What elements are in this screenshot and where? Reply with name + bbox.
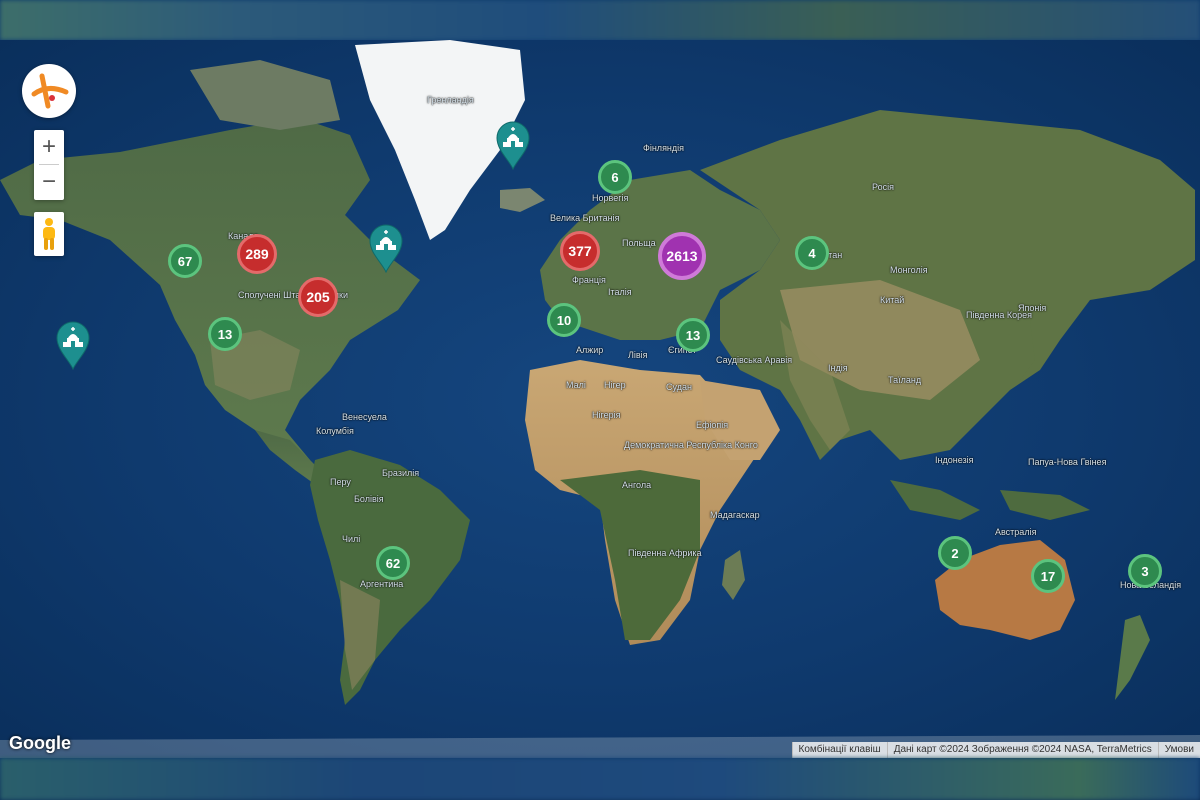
country-label: Китай [880, 295, 905, 305]
map-data-attribution: Дані карт ©2024 Зображення ©2024 NASA, T… [886, 742, 1158, 758]
pin-newfoundland[interactable] [368, 223, 404, 274]
zoom-in-button[interactable]: + [34, 130, 64, 164]
country-label: Фінляндія [643, 143, 685, 153]
country-label: Індія [828, 363, 848, 373]
google-logo: Google [9, 733, 71, 753]
country-label: Ангола [622, 480, 652, 490]
cluster-4[interactable]: 4 [795, 236, 829, 270]
country-label: Чилі [342, 534, 361, 544]
street-view-pegman-button[interactable] [34, 212, 64, 256]
cluster-10[interactable]: 10 [547, 303, 581, 337]
cluster-377[interactable]: 377 [560, 231, 600, 271]
cluster-205[interactable]: 205 [298, 277, 338, 317]
country-label: Таїланд [888, 375, 922, 385]
country-label: Австралія [995, 527, 1037, 537]
country-label: Італія [608, 287, 632, 297]
country-label: Бразилія [382, 468, 420, 478]
land-masses [0, 40, 1200, 758]
country-label: Саудівська Аравія [716, 355, 793, 365]
cluster-62[interactable]: 62 [376, 546, 410, 580]
country-label: Монголія [890, 265, 928, 275]
cluster-6[interactable]: 6 [598, 160, 632, 194]
country-label: Франція [572, 275, 606, 285]
pin-iceland[interactable] [495, 120, 531, 171]
country-label: Норвегія [592, 193, 629, 203]
church-icon [56, 321, 90, 371]
terms-link[interactable]: Умови [1157, 742, 1200, 758]
country-label: Аргентина [360, 579, 404, 589]
country-label: Велика Британія [550, 213, 620, 223]
keyboard-shortcuts-link[interactable]: Комбінації клавіш [791, 742, 887, 758]
background-blur-top [0, 0, 1200, 40]
country-label: Папуа-Нова Гвінея [1028, 457, 1107, 467]
country-label: Нігерія [592, 410, 621, 420]
country-label: Болівія [354, 494, 384, 504]
church-icon [369, 224, 403, 274]
app-logo-icon [31, 73, 69, 109]
country-label: Ефіопія [696, 420, 729, 430]
country-label: Колумбія [316, 426, 354, 436]
country-label: Мадагаскар [710, 510, 760, 520]
pegman-icon [43, 218, 55, 250]
country-label: Польща [622, 238, 656, 248]
country-label: Південна Африка [628, 548, 702, 558]
country-label: Японія [1018, 303, 1047, 313]
country-label: Алжир [576, 345, 604, 355]
country-label: Росія [872, 182, 894, 192]
cluster-289[interactable]: 289 [237, 234, 277, 274]
cluster-13-me[interactable]: 13 [676, 318, 710, 352]
church-icon [496, 121, 530, 171]
country-label: Венесуела [342, 412, 387, 422]
app-logo[interactable] [22, 64, 76, 118]
cluster-67[interactable]: 67 [168, 244, 202, 278]
country-label: Нігер [604, 380, 626, 390]
country-label: Гренландія [427, 95, 474, 105]
country-label: Демократична Республіка Конго [624, 440, 758, 450]
cluster-3[interactable]: 3 [1128, 554, 1162, 588]
cluster-2[interactable]: 2 [938, 536, 972, 570]
cluster-17[interactable]: 17 [1031, 559, 1065, 593]
country-label: Судан [666, 382, 692, 392]
zoom-control: + − [34, 130, 64, 200]
country-label: Лівія [628, 350, 648, 360]
country-label: Перу [330, 477, 351, 487]
cluster-13-na[interactable]: 13 [208, 317, 242, 351]
country-label: Малі [566, 380, 586, 390]
attribution-bar: Комбінації клавіш Дані карт ©2024 Зображ… [791, 742, 1200, 758]
cluster-2613[interactable]: 2613 [658, 232, 706, 280]
zoom-out-button[interactable]: − [34, 165, 64, 199]
pin-hawaii[interactable] [55, 320, 91, 371]
map-view[interactable]: Гренландія Канада Сполучені Штати Америки Ф… [0, 40, 1200, 758]
country-label: Індонезія [935, 455, 974, 465]
background-blur-bottom [0, 758, 1200, 800]
